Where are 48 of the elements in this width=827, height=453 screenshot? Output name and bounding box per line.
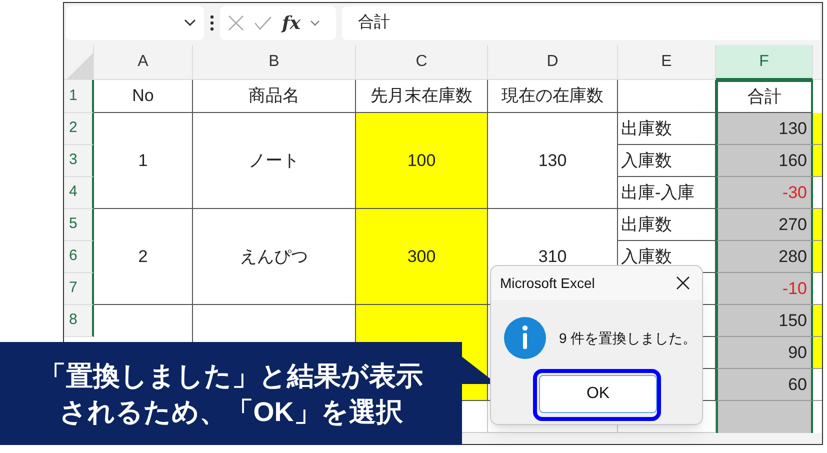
- check-icon[interactable]: [254, 16, 272, 30]
- column-header[interactable]: [813, 45, 822, 80]
- cancel-icon[interactable]: [228, 15, 244, 31]
- column-header[interactable]: A: [94, 45, 193, 80]
- table-cell: 1: [94, 113, 193, 209]
- row-header[interactable]: 2: [64, 113, 94, 145]
- row-header[interactable]: 4: [64, 177, 94, 209]
- table-cell: -30: [716, 177, 813, 209]
- chevron-down-icon[interactable]: [310, 20, 320, 26]
- column-header[interactable]: E: [618, 45, 716, 80]
- column-header[interactable]: D: [488, 45, 618, 80]
- table-cell: 現在の在庫数: [488, 80, 618, 113]
- info-icon: [503, 316, 547, 360]
- table-cell: 130: [488, 113, 618, 209]
- row-header[interactable]: 6: [64, 241, 94, 273]
- table-cell: 300: [356, 209, 488, 305]
- table-cell: 160: [716, 145, 813, 177]
- insert-function-button[interactable]: fx: [282, 10, 300, 36]
- select-all-corner[interactable]: [64, 45, 94, 80]
- more-options-icon[interactable]: [210, 15, 214, 31]
- row-header[interactable]: 3: [64, 145, 94, 177]
- table-cell: 270: [716, 209, 813, 241]
- table-cell: 合計: [716, 80, 813, 113]
- dialog-message: 9 件を置換しました。: [559, 328, 697, 348]
- table-cell: 90: [716, 337, 813, 369]
- table-cell: 60: [716, 369, 813, 401]
- table-cell: -10: [716, 273, 813, 305]
- table-cell: 100: [356, 113, 488, 209]
- column-header[interactable]: C: [356, 45, 488, 80]
- table-cell: 130: [716, 113, 813, 145]
- dialog-title: Microsoft Excel: [500, 274, 595, 292]
- column-header[interactable]: F: [716, 45, 813, 80]
- table-cell: 商品名: [193, 80, 356, 113]
- table-cell: No: [94, 80, 193, 113]
- formula-text: 合計: [358, 12, 390, 33]
- callout-text: 「置換しました」と結果が表示 されるため、「OK」を選択: [39, 360, 423, 428]
- row-header[interactable]: 1: [64, 80, 94, 113]
- ok-button[interactable]: OK: [539, 375, 657, 413]
- table-cell: 150: [716, 305, 813, 337]
- row-header[interactable]: 8: [64, 305, 94, 337]
- column-header[interactable]: B: [193, 45, 356, 80]
- chevron-down-icon: [184, 19, 196, 27]
- row-header[interactable]: 7: [64, 273, 94, 305]
- table-cell: 280: [716, 241, 813, 273]
- table-cell: 2: [94, 209, 193, 305]
- row-header[interactable]: 5: [64, 209, 94, 241]
- formula-field[interactable]: 合計: [342, 6, 820, 40]
- close-icon[interactable]: [676, 276, 690, 290]
